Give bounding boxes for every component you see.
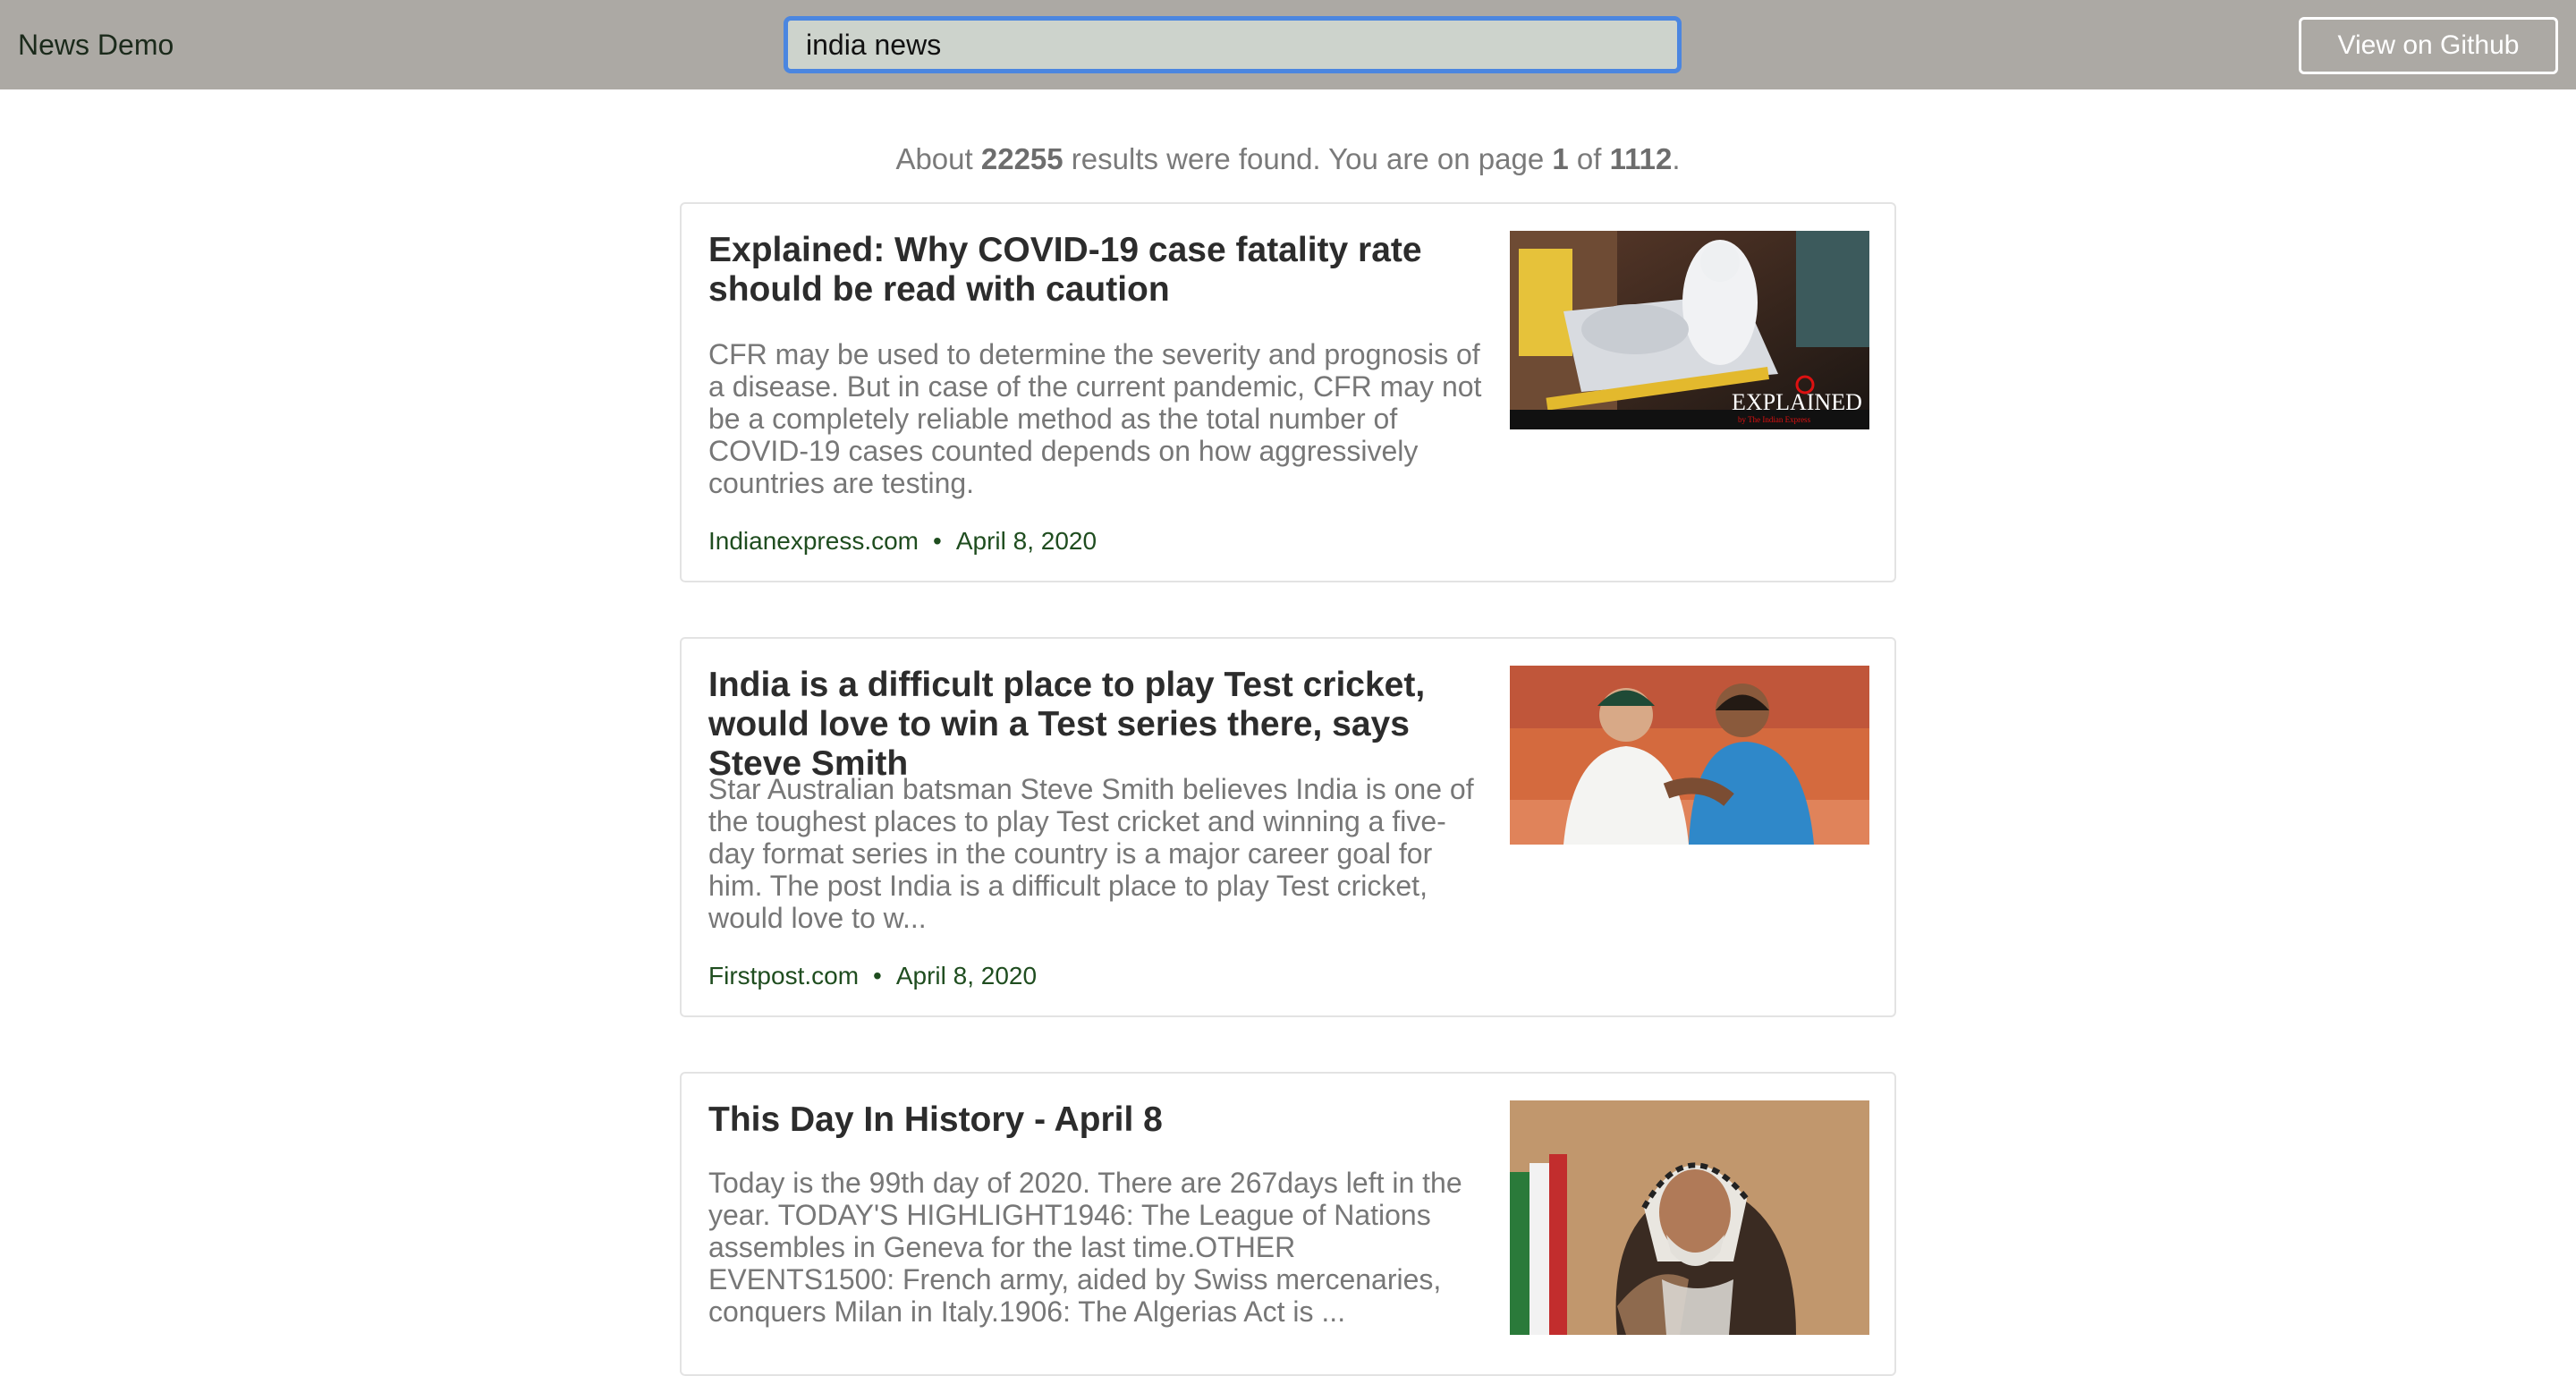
top-bar: News Demo View on Github bbox=[0, 0, 2576, 89]
explained-overlay-subtext: by The Indian Express bbox=[1738, 415, 1811, 424]
article-date: April 8, 2020 bbox=[895, 962, 1038, 990]
meta-separator: • bbox=[873, 962, 882, 990]
cricket-players-image bbox=[1510, 666, 1869, 845]
brand-title[interactable]: News Demo bbox=[18, 27, 174, 63]
current-page: 1 bbox=[1552, 142, 1569, 175]
article-date: April 8, 2020 bbox=[955, 527, 1097, 555]
summary-prefix: About bbox=[895, 142, 973, 175]
result-count: 22255 bbox=[980, 142, 1063, 175]
article-description: CFR may be used to determine the severit… bbox=[708, 338, 1482, 499]
article-meta: Firstpost.com • April 8, 2020 bbox=[708, 961, 1037, 991]
article-title[interactable]: Explained: Why COVID-19 case fatality ra… bbox=[708, 231, 1487, 310]
covid-stretcher-image: EXPLAINED by The Indian Express bbox=[1510, 231, 1869, 429]
search-input[interactable] bbox=[788, 21, 1677, 69]
article-thumbnail[interactable] bbox=[1510, 1100, 1869, 1335]
article-card[interactable]: Explained: Why COVID-19 case fatality ra… bbox=[680, 202, 1896, 582]
meta-separator: • bbox=[933, 527, 942, 555]
summary-suffix: . bbox=[1672, 142, 1681, 175]
article-source[interactable]: Indianexpress.com bbox=[708, 527, 919, 555]
summary-of: of bbox=[1576, 142, 1602, 175]
article-thumbnail[interactable] bbox=[1510, 666, 1869, 845]
results-summary: About 22255 results were found. You are … bbox=[0, 140, 2576, 179]
article-card[interactable]: This Day In History - April 8 Today is t… bbox=[680, 1072, 1896, 1376]
article-card[interactable]: India is a difficult place to play Test … bbox=[680, 637, 1896, 1017]
article-thumbnail[interactable]: EXPLAINED by The Indian Express bbox=[1510, 231, 1869, 429]
search-box[interactable] bbox=[784, 16, 1682, 73]
article-source[interactable]: Firstpost.com bbox=[708, 962, 859, 990]
summary-middle: results were found. You are on page bbox=[1071, 142, 1545, 175]
view-on-github-button[interactable]: View on Github bbox=[2299, 17, 2558, 74]
article-title[interactable]: India is a difficult place to play Test … bbox=[708, 666, 1487, 784]
arafat-portrait-image bbox=[1510, 1100, 1869, 1335]
article-description: Today is the 99th day of 2020. There are… bbox=[708, 1167, 1462, 1328]
explained-overlay-text: EXPLAINED bbox=[1732, 389, 1862, 415]
article-title[interactable]: This Day In History - April 8 bbox=[708, 1100, 1487, 1140]
total-pages: 1112 bbox=[1609, 142, 1673, 175]
article-meta: Indianexpress.com • April 8, 2020 bbox=[708, 526, 1097, 556]
article-description: Star Australian batsman Steve Smith beli… bbox=[708, 773, 1474, 934]
